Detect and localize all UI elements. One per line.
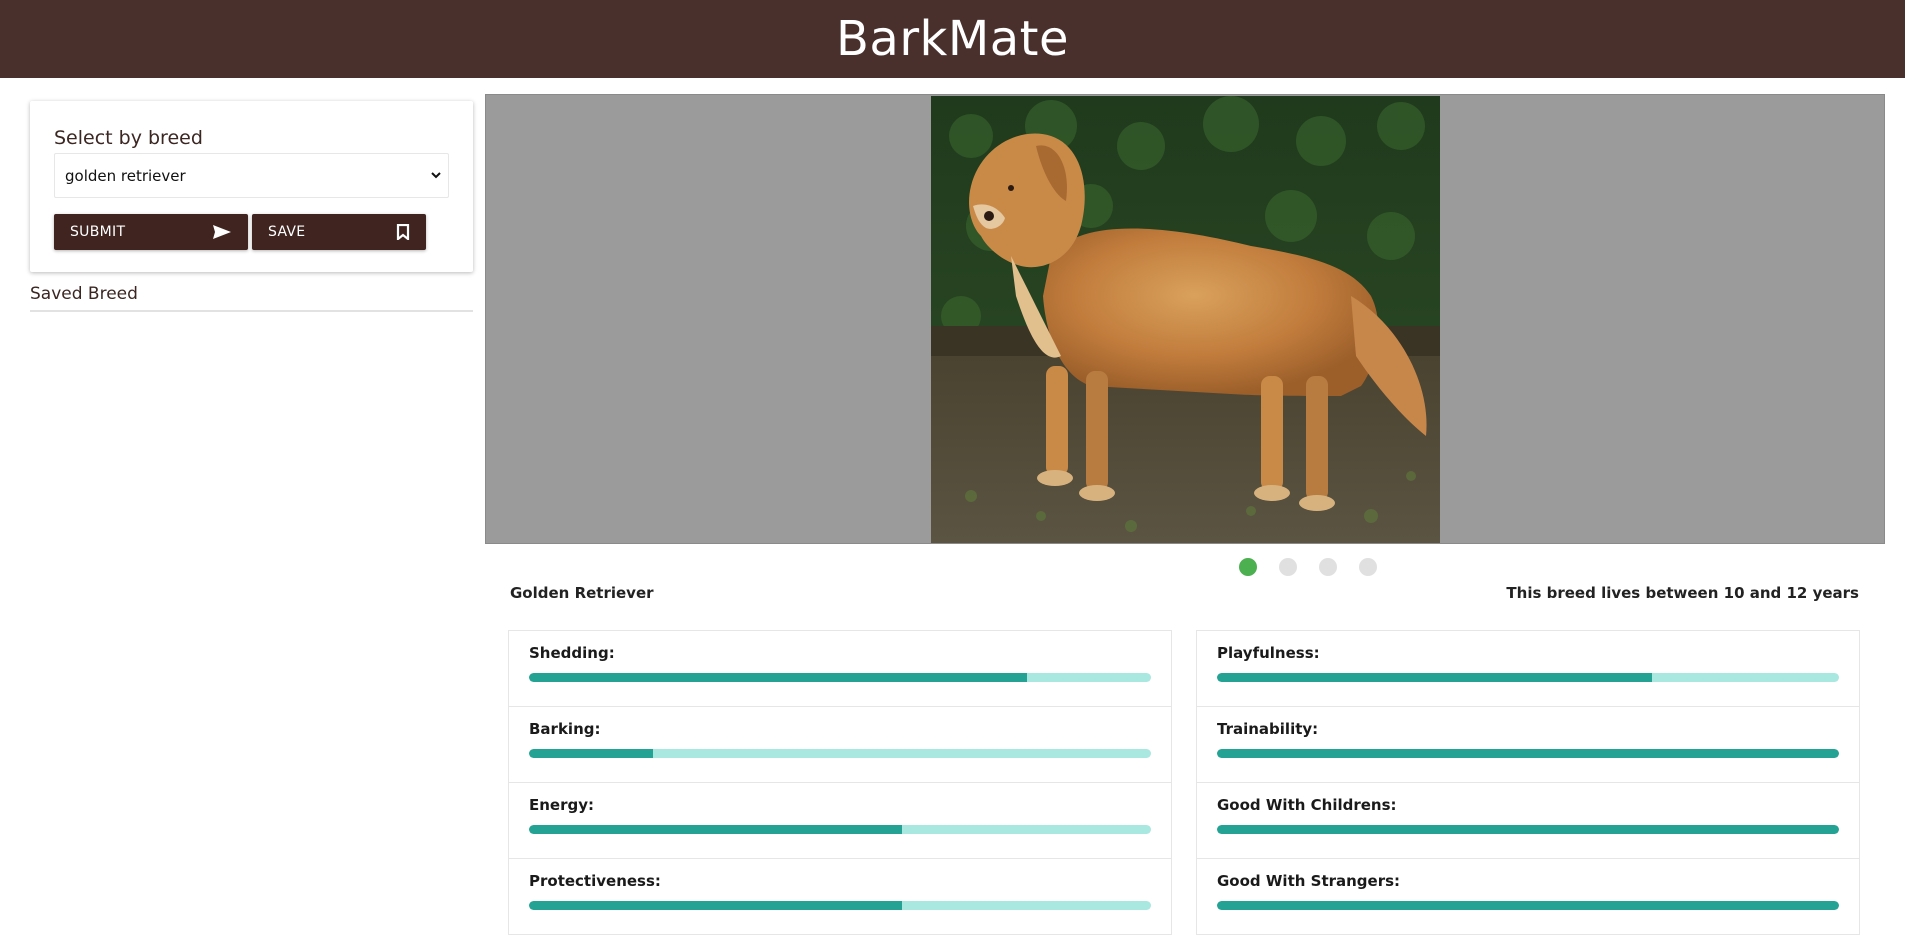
breed-name: Golden Retriever bbox=[510, 584, 654, 602]
trait-bar bbox=[1217, 901, 1839, 910]
trait-bar bbox=[1217, 749, 1839, 758]
trait-bar-fill bbox=[529, 673, 1027, 682]
trait-bar bbox=[1217, 825, 1839, 834]
traits-panel: Shedding: Barking: Energy: Protectivenes… bbox=[508, 630, 1885, 935]
traits-column-right: Playfulness: Trainability: Good With Chi… bbox=[1196, 630, 1860, 935]
image-carousel[interactable] bbox=[485, 94, 1885, 544]
trait-label: Barking: bbox=[529, 720, 601, 738]
chevron-down-icon bbox=[431, 172, 441, 179]
trait-row: Barking: bbox=[509, 707, 1171, 783]
trait-label: Shedding: bbox=[529, 644, 615, 662]
trait-row: Playfulness: bbox=[1197, 631, 1859, 707]
trait-bar bbox=[1217, 673, 1839, 682]
trait-label: Energy: bbox=[529, 796, 595, 814]
carousel-indicators bbox=[485, 558, 1885, 576]
trait-row: Energy: bbox=[509, 783, 1171, 859]
app-title: BarkMate bbox=[835, 11, 1070, 67]
trait-bar-fill bbox=[529, 749, 654, 758]
trait-bar bbox=[529, 825, 1151, 834]
save-button[interactable]: SAVE bbox=[252, 214, 426, 250]
trait-label: Good With Strangers: bbox=[1217, 872, 1401, 890]
select-label: Select by breed bbox=[54, 127, 203, 149]
breed-select-card: Select by breed golden retriever SUBMIT … bbox=[30, 101, 473, 272]
breed-select-value: golden retriever bbox=[65, 166, 186, 185]
trait-bar-fill bbox=[1217, 673, 1653, 682]
trait-label: Trainability: bbox=[1217, 720, 1319, 738]
carousel-dot-4[interactable] bbox=[1359, 558, 1377, 576]
trait-row: Good With Childrens: bbox=[1197, 783, 1859, 859]
trait-bar-fill bbox=[1217, 825, 1839, 834]
trait-bar bbox=[529, 901, 1151, 910]
send-icon bbox=[213, 225, 231, 239]
submit-button[interactable]: SUBMIT bbox=[54, 214, 248, 250]
trait-bar-fill bbox=[1217, 749, 1839, 758]
traits-column-left: Shedding: Barking: Energy: Protectivenes… bbox=[508, 630, 1172, 935]
main-content: Golden Retriever This breed lives betwee… bbox=[485, 94, 1885, 935]
breed-info: Golden Retriever This breed lives betwee… bbox=[510, 584, 1859, 602]
bookmark-icon bbox=[396, 224, 410, 240]
trait-label: Playfulness: bbox=[1217, 644, 1320, 662]
submit-button-label: SUBMIT bbox=[70, 224, 126, 240]
trait-bar-fill bbox=[529, 825, 903, 834]
save-button-label: SAVE bbox=[268, 224, 306, 240]
breed-select[interactable]: golden retriever bbox=[54, 153, 449, 198]
trait-label: Good With Childrens: bbox=[1217, 796, 1397, 814]
carousel-dot-1[interactable] bbox=[1239, 558, 1257, 576]
trait-bar bbox=[529, 673, 1151, 682]
saved-breed-heading: Saved Breed bbox=[30, 284, 473, 312]
trait-row: Shedding: bbox=[509, 631, 1171, 707]
sidebar: Select by breed golden retriever SUBMIT … bbox=[30, 101, 473, 312]
trait-row: Good With Strangers: bbox=[1197, 859, 1859, 935]
breed-lifespan: This breed lives between 10 and 12 years bbox=[1506, 584, 1859, 602]
trait-bar-fill bbox=[1217, 901, 1839, 910]
carousel-dot-3[interactable] bbox=[1319, 558, 1337, 576]
carousel-dot-2[interactable] bbox=[1279, 558, 1297, 576]
breed-photo bbox=[931, 96, 1440, 543]
trait-row: Protectiveness: bbox=[509, 859, 1171, 935]
trait-row: Trainability: bbox=[1197, 707, 1859, 783]
app-header: BarkMate bbox=[0, 0, 1905, 78]
trait-bar-fill bbox=[529, 901, 903, 910]
trait-bar bbox=[529, 749, 1151, 758]
trait-label: Protectiveness: bbox=[529, 872, 661, 890]
